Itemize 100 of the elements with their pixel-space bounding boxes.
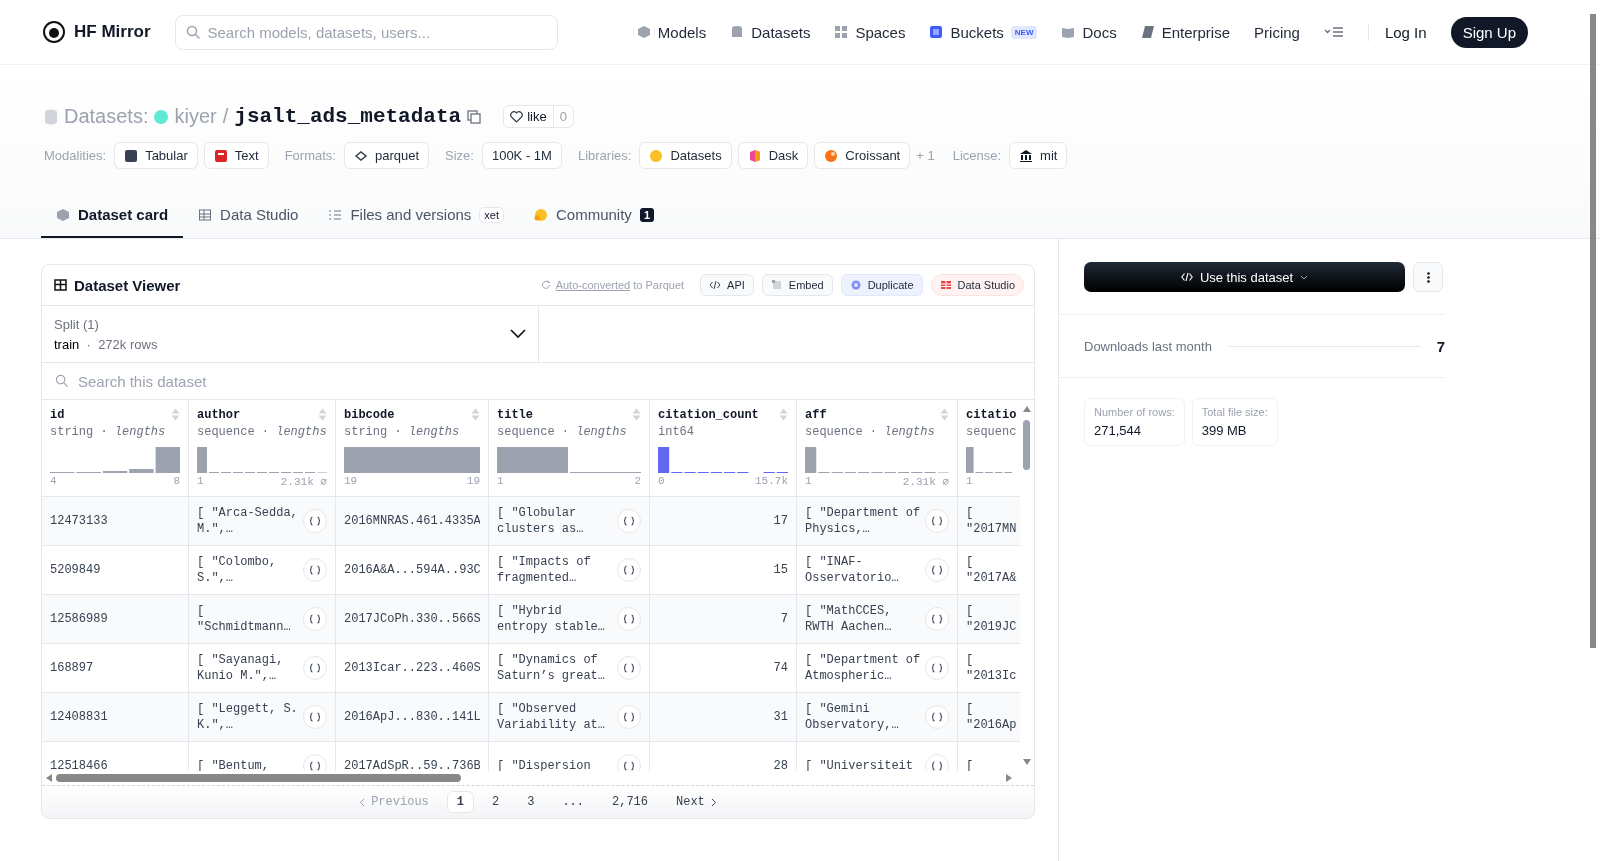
table-cell-text: [ "Sayanagi, Kunio M.",… (197, 652, 285, 684)
table-cell: 2016A&A...594A..93C (344, 562, 480, 578)
tab[interactable]: Data Studio (183, 193, 314, 238)
nav-link[interactable]: Enterprise (1140, 23, 1231, 41)
table-cell-text: [ "MathCCES, RWTH Aachen… (805, 603, 893, 635)
expand-button[interactable] (303, 705, 327, 729)
arrow-up-icon[interactable] (1023, 406, 1031, 412)
viewer-action-button[interactable]: Duplicate (840, 274, 923, 296)
expand-button[interactable] (925, 607, 949, 631)
braces-icon (931, 614, 943, 624)
expand-button[interactable] (617, 656, 641, 680)
more-options-button[interactable] (1413, 262, 1443, 292)
page-button[interactable]: 3 (517, 791, 545, 813)
arrow-down-icon[interactable] (1023, 759, 1031, 765)
table-cell-text: [ "Dynamics of Saturn’s great… (497, 652, 607, 684)
nav-link[interactable]: Spaces (834, 23, 906, 41)
tag[interactable]: Croissant (814, 142, 911, 169)
braces-icon (309, 516, 321, 526)
nav-icon (730, 25, 745, 39)
arrow-left-icon[interactable] (46, 774, 52, 782)
expand-button[interactable] (303, 509, 327, 533)
expand-button[interactable] (925, 656, 949, 680)
repo-name[interactable]: jsalt_ads_metadata (234, 105, 462, 128)
signup-button[interactable]: Sign Up (1450, 16, 1528, 48)
action-icon (770, 280, 783, 290)
dataset-search-field[interactable]: Search this dataset (42, 363, 1034, 399)
tag-icon (213, 148, 228, 163)
histogram-drawing[interactable] (966, 447, 1012, 473)
viewer-action-button[interactable]: Data Studio (930, 274, 1024, 296)
viewer-action-button[interactable]: API (700, 274, 754, 296)
expand-button[interactable] (303, 558, 327, 582)
heart-icon (510, 110, 524, 123)
tag[interactable]: 100K - 1M (481, 142, 562, 169)
tag-icon (124, 148, 139, 163)
copy-icon[interactable] (467, 109, 482, 124)
scrollbar-thumb[interactable] (1023, 420, 1030, 470)
table-cell: 15 (773, 562, 788, 578)
nav-link[interactable]: Datasets (730, 23, 811, 41)
scrollbar-thumb[interactable] (1590, 14, 1596, 648)
action-icon (849, 280, 862, 290)
expand-button[interactable] (303, 754, 327, 771)
next-page-button[interactable]: Next (666, 791, 727, 813)
nav-link[interactable]: Buckets NEW (929, 23, 1038, 41)
braces-icon (623, 712, 635, 722)
table-cell: 17 (773, 513, 788, 529)
expand-button[interactable] (617, 607, 641, 631)
code-icon (1180, 272, 1193, 282)
tab-icon (56, 207, 70, 222)
histogram-drawing[interactable] (658, 447, 788, 473)
braces-icon (309, 663, 321, 673)
page-button[interactable]: 1 (446, 791, 474, 813)
tab-icon (328, 207, 343, 222)
table-cell: [ "Arca-Sedda, M.",… (197, 505, 299, 537)
tab-icon (534, 207, 548, 222)
search-field[interactable]: Search models, datasets, users... (174, 14, 558, 50)
tag-group-label: Modalities: (44, 148, 107, 163)
nav-link[interactable]: Docs (1061, 23, 1117, 41)
expand-button[interactable] (925, 558, 949, 582)
viewer-action-button[interactable]: Embed (761, 274, 833, 296)
braces-icon (623, 761, 635, 771)
nav-link[interactable]: Models (636, 23, 707, 41)
expand-button[interactable] (925, 754, 949, 771)
tag[interactable]: mit (1009, 142, 1068, 169)
column-name: author (197, 408, 241, 422)
tag[interactable]: Text (203, 142, 269, 169)
site-name[interactable]: HF Mirror (74, 22, 151, 42)
expand-button[interactable] (617, 558, 641, 582)
page-button[interactable]: 2 (482, 791, 510, 813)
page-button[interactable]: 2,716 (602, 791, 658, 813)
tag[interactable]: Datasets (639, 142, 732, 169)
expand-button[interactable] (617, 754, 641, 771)
tag[interactable]: Tabular (114, 142, 198, 169)
menu-icon[interactable] (1323, 26, 1344, 38)
arrow-right-icon[interactable] (1006, 774, 1012, 782)
expand-button[interactable] (303, 656, 327, 680)
table-cell-text: 168897 (50, 660, 95, 676)
tab[interactable]: Files and versions xet (313, 193, 519, 238)
scrollbar-thumb[interactable] (56, 774, 461, 782)
stat-label: lengths (276, 425, 327, 439)
nav-link[interactable]: Pricing (1254, 23, 1300, 41)
expand-button[interactable] (303, 607, 327, 631)
histogram-drawing[interactable] (50, 447, 180, 473)
table-cell: [ "Leggett, S. K.",… (197, 701, 299, 733)
expand-button[interactable] (617, 705, 641, 729)
histogram-drawing[interactable] (497, 447, 641, 473)
expand-button[interactable] (617, 509, 641, 533)
expand-button[interactable] (925, 705, 949, 729)
search-icon (55, 374, 69, 388)
nav-icon (1140, 25, 1155, 39)
expand-button[interactable] (925, 509, 949, 533)
caret-icon (1300, 274, 1309, 280)
login-link[interactable]: Log In (1367, 23, 1427, 41)
tab[interactable]: Dataset card (41, 193, 184, 238)
use-dataset-button[interactable]: Use this dataset (1084, 262, 1405, 292)
tag[interactable]: parquet (343, 142, 429, 169)
histogram-min: 1 (497, 475, 504, 487)
like-button[interactable]: like 0 (503, 105, 574, 128)
braces-icon (623, 516, 635, 526)
tag[interactable]: Dask (737, 142, 809, 169)
tab[interactable]: Community 1 (519, 193, 669, 238)
